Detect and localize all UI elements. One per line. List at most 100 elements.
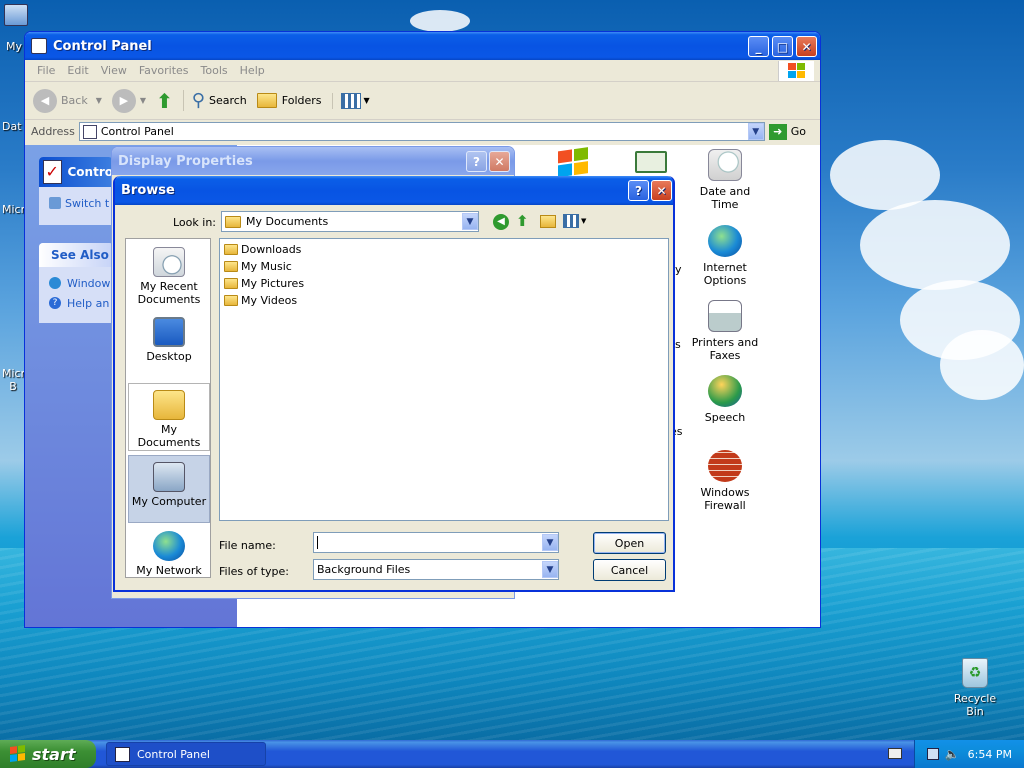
toolbar: ◀ Back ▼ ▶ ▼ ⬆ ⚲ Search Folders ▼	[25, 82, 820, 120]
chevron-down-icon: ▼	[581, 217, 587, 225]
help-button[interactable]: ?	[466, 151, 487, 172]
place-my-recent-documents[interactable]: My Recent Documents	[128, 241, 210, 309]
list-item[interactable]: Downloads	[220, 241, 668, 258]
list-item[interactable]: My Videos	[220, 292, 668, 309]
address-dropdown-button[interactable]: ▼	[747, 123, 764, 140]
minimize-button[interactable]: _	[748, 36, 769, 57]
places-bar: My Recent Documents Desktop My Documents…	[125, 238, 211, 578]
network-icon[interactable]	[926, 748, 939, 760]
taskbar: start Control Panel 🔈 6:54 PM	[0, 740, 1024, 768]
cp-icon-certificate[interactable]	[611, 151, 691, 177]
folders-icon	[256, 93, 277, 108]
my-documents-icon	[153, 390, 185, 420]
place-my-computer[interactable]: My Computer	[128, 455, 210, 523]
address-input[interactable]: Control Panel ▼	[78, 122, 765, 141]
chevron-down-icon: ▼	[139, 96, 147, 105]
music-folder-icon	[224, 261, 238, 272]
help-icon: ?	[49, 297, 61, 309]
help-button[interactable]: ?	[628, 180, 649, 201]
up-folder-icon[interactable]: ⬆	[516, 212, 529, 230]
look-in-dropdown[interactable]: My Documents ▼	[221, 211, 479, 232]
control-panel-icon	[82, 124, 97, 139]
view-menu-button[interactable]: ▼	[563, 214, 586, 228]
folder-up-icon: ⬆	[156, 88, 173, 113]
menu-favorites[interactable]: Favorites	[139, 64, 189, 77]
back-button[interactable]: ◀ Back ▼	[33, 88, 102, 113]
views-button[interactable]: ▼	[331, 92, 370, 109]
browse-title: Browse	[121, 183, 175, 198]
switch-view-link[interactable]: Switch t	[39, 193, 113, 213]
control-panel-titlebar[interactable]: Control Panel _ □ ✕	[25, 32, 820, 60]
menu-view[interactable]: View	[101, 64, 127, 77]
control-panel-taskbox: ✓ Contro Switch t	[39, 157, 113, 225]
list-item[interactable]: My Pictures	[220, 275, 668, 292]
cloud	[860, 200, 1010, 290]
folders-button[interactable]: Folders	[256, 93, 322, 108]
display-properties-title: Display Properties	[118, 153, 253, 169]
desktop-icon-date[interactable]: Dat	[2, 120, 22, 133]
text-cursor	[317, 536, 318, 549]
close-button[interactable]: ✕	[489, 151, 510, 172]
file-name-input[interactable]: ▼	[313, 532, 559, 553]
menu-file[interactable]: File	[37, 64, 55, 77]
menu-tools[interactable]: Tools	[201, 64, 228, 77]
close-button[interactable]: ✕	[796, 36, 817, 57]
see-also-header: See Also	[39, 243, 113, 267]
control-panel-icon: ✓	[43, 160, 62, 184]
views-icon	[563, 214, 579, 228]
see-also-windows-update-link[interactable]: Window	[39, 273, 113, 293]
new-folder-icon[interactable]	[540, 215, 556, 228]
desktop-icon-my-computer[interactable]: My	[4, 4, 28, 53]
system-tray: 🔈 6:54 PM	[914, 740, 1024, 768]
clock[interactable]: 6:54 PM	[968, 748, 1012, 761]
file-type-dropdown[interactable]: Background Files ▼	[313, 559, 559, 580]
cp-icon-windows-logo[interactable]	[535, 147, 615, 178]
pictures-folder-icon	[224, 278, 238, 289]
chevron-down-icon[interactable]: ▼	[462, 213, 478, 230]
menu-edit[interactable]: Edit	[67, 64, 88, 77]
cp-icon-printers-and-faxes[interactable]: Printers and Faxes	[685, 300, 765, 362]
forward-button[interactable]: ▶ ▼	[111, 88, 147, 113]
back-icon[interactable]: ◀	[493, 214, 509, 230]
cp-icon-date-and-time[interactable]: Date and Time	[685, 149, 765, 211]
globe-icon	[49, 277, 61, 289]
maximize-button[interactable]: □	[772, 36, 793, 57]
cp-icon-windows-firewall[interactable]: Windows Firewall	[685, 450, 765, 512]
desktop-icon-microsoft-2[interactable]: Micr B	[2, 367, 25, 393]
go-button[interactable]: ➜ Go	[768, 123, 806, 140]
back-arrow-icon: ◀	[33, 88, 57, 113]
open-button[interactable]: Open	[593, 532, 666, 554]
search-button[interactable]: ⚲ Search	[182, 90, 247, 111]
recycle-bin-icon: ♻	[962, 658, 988, 688]
menu-help[interactable]: Help	[240, 64, 265, 77]
desktop-icon-microsoft[interactable]: Micr	[2, 203, 25, 216]
list-item[interactable]: My Music	[220, 258, 668, 275]
printer-icon	[708, 300, 742, 332]
up-button[interactable]: ⬆	[156, 89, 173, 113]
chevron-down-icon[interactable]: ▼	[542, 561, 558, 578]
place-my-documents[interactable]: My Documents	[128, 383, 210, 451]
windows-logo-icon	[10, 744, 25, 763]
my-documents-icon	[225, 215, 241, 228]
cp-icon-speech[interactable]: Speech	[685, 375, 765, 424]
file-list[interactable]: Downloads My Music My Pictures My Videos	[219, 238, 669, 521]
place-desktop[interactable]: Desktop	[128, 311, 210, 379]
desktop-icon-recycle-bin[interactable]: ♻ Recycle Bin	[944, 658, 1006, 718]
display-properties-titlebar[interactable]: Display Properties ? ✕	[112, 147, 514, 175]
recent-documents-icon	[153, 247, 185, 277]
see-also-help-link[interactable]: ? Help an	[39, 293, 113, 313]
switch-icon	[49, 197, 61, 209]
taskbar-item-control-panel[interactable]: Control Panel	[106, 742, 266, 766]
volume-icon[interactable]: 🔈	[945, 747, 960, 761]
windows-logo-icon	[558, 147, 592, 178]
cp-icon-internet-options[interactable]: Internet Options	[685, 225, 765, 287]
place-my-network[interactable]: My Network	[128, 525, 210, 577]
close-button[interactable]: ✕	[651, 180, 672, 201]
cancel-button[interactable]: Cancel	[593, 559, 666, 581]
address-bar: Address Control Panel ▼ ➜ Go	[25, 120, 820, 143]
keyboard-icon[interactable]	[888, 748, 902, 759]
start-button[interactable]: start	[0, 740, 96, 768]
browse-titlebar[interactable]: Browse ? ✕	[115, 176, 673, 205]
chevron-down-icon[interactable]: ▼	[542, 534, 558, 551]
videos-folder-icon	[224, 295, 238, 306]
